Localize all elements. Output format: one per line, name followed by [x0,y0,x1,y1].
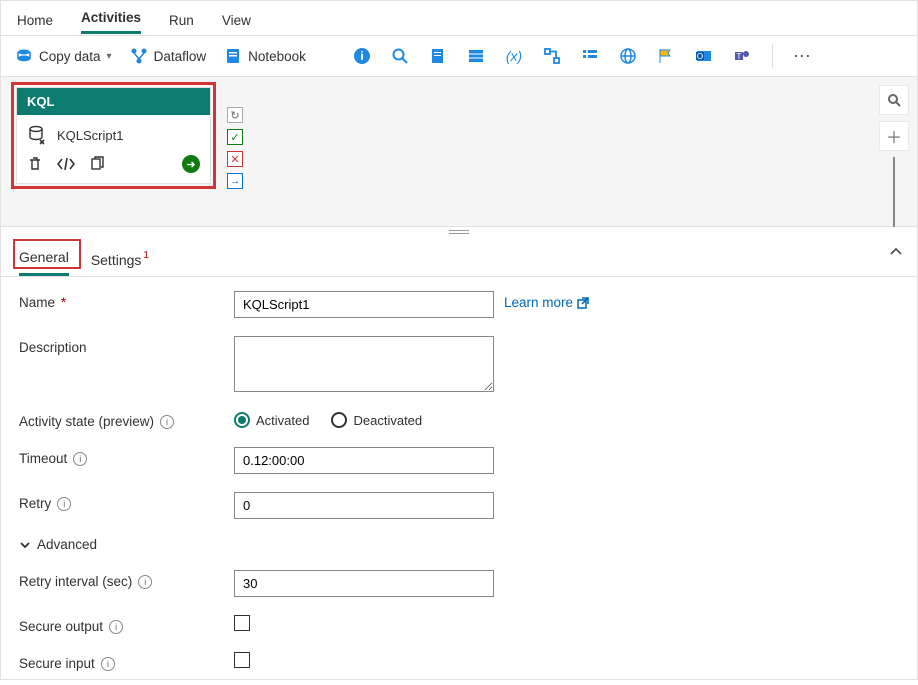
more-button[interactable]: ⋯ [793,46,813,67]
list-icon[interactable] [580,46,600,66]
topnav-run[interactable]: Run [169,13,194,34]
activity-node[interactable]: KQL KQLScript1 ➜ [16,87,211,184]
copy-data-button[interactable]: Copy data ▾ [15,47,112,65]
secure-output-label: Secure output i [19,615,234,634]
copy-data-label: Copy data [39,49,101,64]
dataflow-button[interactable]: Dataflow [130,47,207,65]
timeout-input[interactable] [234,447,494,474]
info-icon[interactable]: i [73,452,87,466]
tab-settings[interactable]: Settings1 [91,246,147,276]
info-icon[interactable]: i [352,46,372,66]
pipeline-icon[interactable] [542,46,562,66]
activity-state-label: Activity state (preview) i [19,410,234,429]
port-success[interactable]: ✓ [227,129,243,145]
notebook-icon [224,47,242,65]
description-label: Description [19,336,234,355]
svg-text:i: i [360,49,363,63]
canvas-add-button[interactable]: ＋ [879,121,909,151]
globe-icon[interactable] [618,46,638,66]
advanced-toggle[interactable]: Advanced [19,537,899,552]
retry-label: Retry i [19,492,234,511]
activity-node-highlight: KQL KQLScript1 ➜ ↻ ✓ ✕ → [11,82,216,189]
notebook-label: Notebook [248,49,306,64]
dataflow-icon [130,47,148,65]
pipeline-canvas[interactable]: KQL KQLScript1 ➜ ↻ ✓ ✕ → ＋ [1,77,917,227]
svg-text:(x): (x) [506,48,522,64]
copy-icon[interactable] [89,156,105,172]
canvas-zoom-track [893,157,895,227]
name-input[interactable] [234,291,494,318]
svg-text:T: T [736,52,741,61]
tab-settings-label: Settings [91,252,142,268]
learn-more-link[interactable]: Learn more [504,291,899,310]
retry-interval-label: Retry interval (sec) i [19,570,234,589]
port-completion[interactable]: → [227,173,243,189]
node-output-ports: ↻ ✓ ✕ → [226,107,244,189]
description-input[interactable] [234,336,494,392]
outlook-icon[interactable]: O [694,46,714,66]
kql-database-icon [27,125,47,145]
copy-data-icon [15,47,33,65]
dataflow-label: Dataflow [154,49,207,64]
run-activity-button[interactable]: ➜ [182,155,200,173]
teams-icon[interactable]: T [732,46,752,66]
activity-node-title: KQLScript1 [57,128,123,143]
tab-general[interactable]: General [19,243,69,276]
secure-input-checkbox[interactable] [234,652,250,668]
notebook-button[interactable]: Notebook [224,47,306,65]
delete-icon[interactable] [27,156,43,172]
topnav-view[interactable]: View [222,13,251,34]
chevron-down-icon [19,539,31,551]
info-icon[interactable]: i [160,415,174,429]
name-label: Name* [19,291,234,310]
port-skip[interactable]: ↻ [227,107,243,123]
code-icon[interactable] [57,156,75,172]
general-form: Name* Learn more Description Activity st… [1,277,917,685]
toolbar-separator [772,44,773,68]
retry-interval-input[interactable] [234,570,494,597]
info-icon[interactable]: i [57,497,71,511]
toolbar: Copy data ▾ Dataflow Notebook i (x) O T … [1,35,917,77]
activated-label: Activated [256,413,309,428]
activity-node-type: KQL [17,88,210,115]
port-fail[interactable]: ✕ [227,151,243,167]
svg-text:O: O [697,52,703,61]
retry-input[interactable] [234,492,494,519]
deactivated-radio[interactable]: Deactivated [331,412,422,428]
activated-radio[interactable]: Activated [234,412,309,428]
info-icon[interactable]: i [138,575,152,589]
tab-settings-badge: 1 [143,250,149,261]
properties-tabs: General Settings1 [1,237,917,277]
canvas-search-button[interactable] [879,85,909,115]
table-icon[interactable] [466,46,486,66]
variable-icon[interactable]: (x) [504,46,524,66]
info-icon[interactable]: i [101,657,115,671]
external-link-icon [577,297,589,309]
panel-splitter[interactable] [1,227,917,237]
secure-output-checkbox[interactable] [234,615,250,631]
script-icon[interactable] [428,46,448,66]
topnav-home[interactable]: Home [17,13,53,34]
chevron-down-icon: ▾ [107,51,112,62]
collapse-panel-button[interactable] [889,245,903,262]
topnav-activities[interactable]: Activities [81,10,141,34]
deactivated-label: Deactivated [353,413,422,428]
flag-icon[interactable] [656,46,676,66]
timeout-label: Timeout i [19,447,234,466]
search-icon[interactable] [390,46,410,66]
secure-input-label: Secure input i [19,652,234,671]
top-nav: Home Activities Run View [1,1,917,35]
info-icon[interactable]: i [109,620,123,634]
